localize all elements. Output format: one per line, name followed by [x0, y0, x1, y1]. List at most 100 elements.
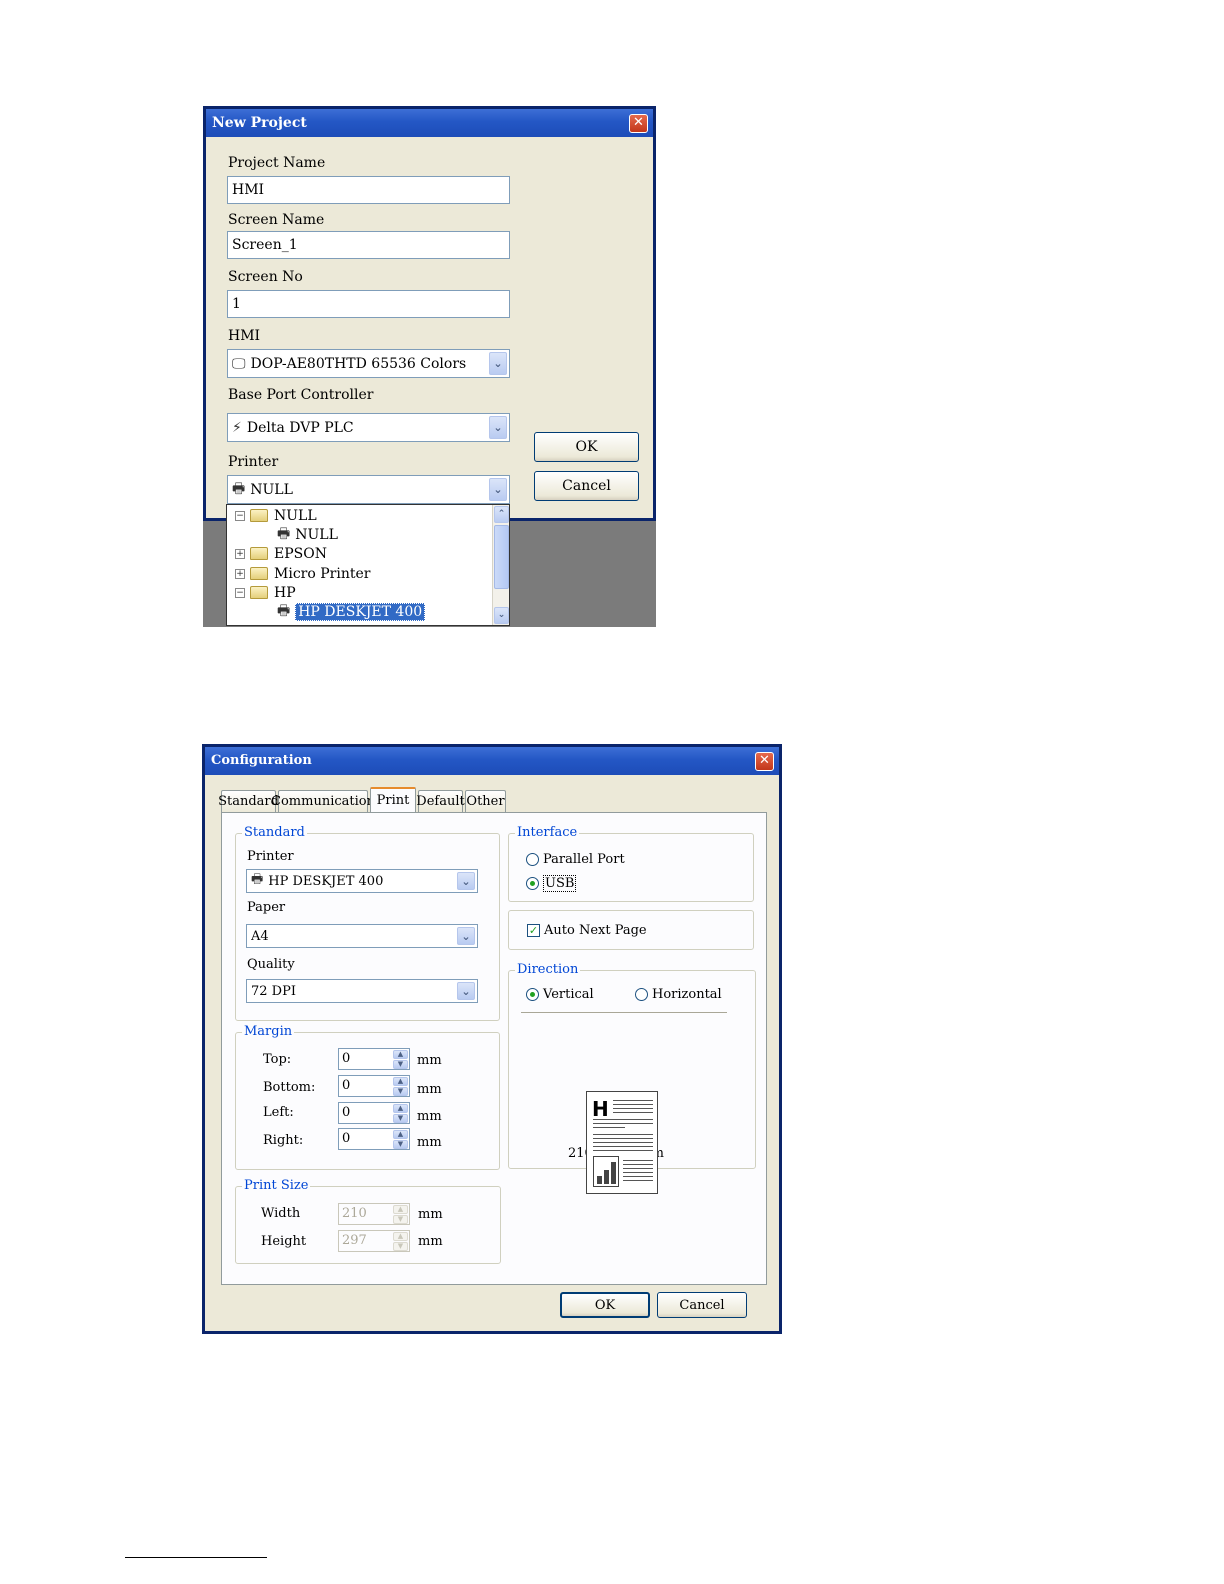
printer-select[interactable]: 🖶 HP DESKJET 400 ⌄ — [246, 869, 478, 893]
scroll-thumb[interactable] — [494, 525, 509, 589]
cancel-button[interactable]: Cancel — [657, 1292, 747, 1318]
base-port-value: Delta DVP PLC — [246, 419, 354, 436]
cancel-button[interactable]: Cancel — [534, 471, 639, 501]
scroll-up-icon[interactable]: ⌃ — [494, 506, 509, 523]
margin-top-spinner[interactable]: 0 ▲ ▼ — [338, 1048, 410, 1070]
tree-item-hp-deskjet-400[interactable]: 🖶 HP DESKJET 400 — [277, 602, 426, 621]
printer-icon: 🖶 — [232, 480, 246, 497]
auto-next-page-checkbox[interactable]: ✓ Auto Next Page — [527, 923, 647, 938]
tab-print[interactable]: Print — [370, 787, 416, 812]
hmi-select[interactable]: 🖵 DOP-AE80THTD 65536 Colors ⌄ — [227, 349, 510, 378]
screen-no-input[interactable]: 1 — [227, 290, 510, 318]
new-project-title: New Project — [212, 115, 307, 131]
folder-icon — [250, 567, 268, 580]
printer-select[interactable]: 🖶 NULL ⌄ — [227, 475, 510, 504]
configuration-titlebar[interactable]: Configuration — [205, 747, 779, 775]
tab-default[interactable]: Default — [416, 790, 465, 812]
spin-up-icon: ▲ — [393, 1205, 408, 1214]
collapse-icon[interactable]: − — [235, 510, 245, 521]
chevron-down-icon[interactable]: ⌄ — [489, 416, 507, 439]
auto-next-page-group: ✓ Auto Next Page — [508, 910, 754, 950]
scroll-down-icon[interactable]: ⌄ — [494, 607, 509, 624]
hmi-label: HMI — [228, 328, 261, 344]
checkbox-checked-icon[interactable]: ✓ — [527, 924, 540, 937]
margin-left-spinner[interactable]: 0 ▲ ▼ — [338, 1102, 410, 1124]
printer-value: NULL — [250, 481, 293, 498]
margin-bottom-value: 0 — [342, 1078, 351, 1093]
spin-down-icon: ▼ — [393, 1215, 408, 1224]
radio-button-icon[interactable] — [526, 853, 539, 866]
spin-down-icon[interactable]: ▼ — [393, 1060, 408, 1069]
chevron-down-icon[interactable]: ⌄ — [489, 352, 507, 375]
monitor-icon: 🖵 — [232, 355, 246, 372]
margin-bottom-label: Bottom: — [263, 1080, 316, 1095]
tab-other[interactable]: Other — [465, 790, 506, 812]
radio-button-icon[interactable] — [635, 988, 648, 1001]
paper-value: A4 — [251, 928, 269, 944]
printer-dropdown-list[interactable]: − NULL 🖶 NULL + EPSON + Micro Printer − … — [226, 504, 510, 626]
paper-select[interactable]: A4 ⌄ — [246, 924, 478, 948]
vertical-radio[interactable]: Vertical — [526, 987, 594, 1002]
ok-button[interactable]: OK — [534, 432, 639, 462]
print-size-group-title: Print Size — [242, 1178, 311, 1193]
quality-select[interactable]: 72 DPI ⌄ — [246, 979, 478, 1003]
parallel-port-radio[interactable]: Parallel Port — [526, 852, 625, 867]
vertical-label: Vertical — [543, 987, 594, 1002]
folder-open-icon — [250, 509, 268, 522]
screen-name-input[interactable]: Screen_1 — [227, 231, 510, 259]
height-value: 297 — [342, 1233, 367, 1248]
chevron-down-icon[interactable]: ⌄ — [457, 927, 475, 945]
tab-standard[interactable]: Standard — [218, 790, 279, 812]
project-name-input[interactable]: HMI — [227, 176, 510, 204]
expand-icon[interactable]: + — [235, 568, 245, 579]
tree-item-null[interactable]: − NULL — [235, 506, 317, 525]
paper-label: Paper — [247, 900, 286, 915]
radio-selected-icon[interactable] — [526, 988, 539, 1001]
horizontal-label: Horizontal — [652, 987, 722, 1002]
unit-label: mm — [418, 1234, 443, 1249]
base-port-select[interactable]: ⚡ Delta DVP PLC ⌄ — [227, 413, 510, 442]
margin-right-spinner[interactable]: 0 ▲ ▼ — [338, 1128, 410, 1150]
radio-selected-icon[interactable] — [526, 877, 539, 890]
interface-group-title: Interface — [515, 825, 580, 840]
configuration-dialog: Configuration ✕ Standard Communication P… — [202, 744, 782, 1334]
usb-label: USB — [543, 875, 577, 892]
tree-item-label: NULL — [274, 507, 317, 524]
spin-up-icon[interactable]: ▲ — [393, 1130, 408, 1139]
tab-communication[interactable]: Communication — [271, 790, 375, 812]
spin-down-icon[interactable]: ▼ — [393, 1140, 408, 1149]
tree-item-micro-printer[interactable]: + Micro Printer — [235, 564, 370, 583]
tree-item-label: Micro Printer — [274, 565, 371, 582]
close-icon[interactable]: ✕ — [629, 114, 648, 133]
print-tab-panel: Standard Printer 🖶 HP DESKJET 400 ⌄ Pape… — [221, 812, 767, 1285]
collapse-icon[interactable]: − — [235, 587, 245, 598]
margin-top-label: Top: — [263, 1052, 292, 1067]
unit-label: mm — [417, 1082, 442, 1097]
chevron-down-icon[interactable]: ⌄ — [457, 982, 475, 1000]
new-project-titlebar[interactable]: New Project — [206, 109, 653, 137]
spin-up-icon[interactable]: ▲ — [393, 1050, 408, 1059]
margin-bottom-spinner[interactable]: 0 ▲ ▼ — [338, 1075, 410, 1097]
chevron-down-icon[interactable]: ⌄ — [489, 478, 507, 501]
spin-down-icon[interactable]: ▼ — [393, 1087, 408, 1096]
tree-item-null-printer[interactable]: 🖶 NULL — [277, 525, 338, 544]
configuration-title: Configuration — [211, 753, 312, 768]
expand-icon[interactable]: + — [235, 548, 245, 559]
usb-radio[interactable]: USB — [526, 875, 577, 892]
direction-divider — [521, 1012, 727, 1013]
chevron-down-icon[interactable]: ⌄ — [457, 872, 475, 890]
spin-up-icon[interactable]: ▲ — [393, 1077, 408, 1086]
margin-left-value: 0 — [342, 1105, 351, 1120]
spin-up-icon[interactable]: ▲ — [393, 1104, 408, 1113]
margin-left-label: Left: — [263, 1105, 294, 1120]
tree-item-epson[interactable]: + EPSON — [235, 544, 327, 563]
spin-down-icon[interactable]: ▼ — [393, 1114, 408, 1123]
horizontal-radio[interactable]: Horizontal — [635, 987, 722, 1002]
ok-button[interactable]: OK — [560, 1292, 650, 1318]
tree-scrollbar[interactable]: ⌃ ⌄ — [492, 505, 509, 625]
height-spinner: 297 ▲ ▼ — [338, 1230, 410, 1252]
close-icon[interactable]: ✕ — [755, 752, 774, 771]
screen-name-label: Screen Name — [228, 212, 325, 228]
printer-label: Printer — [228, 454, 279, 470]
project-name-value: HMI — [232, 182, 265, 198]
